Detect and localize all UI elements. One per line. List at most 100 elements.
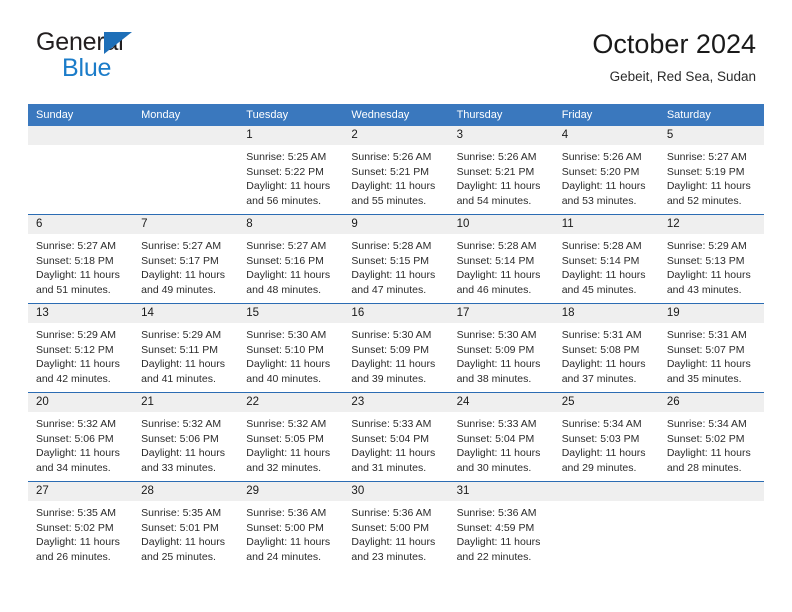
sunrise-text: Sunrise: 5:32 AM: [141, 418, 222, 430]
day-number: 16: [343, 304, 449, 323]
calendar-page: General Blue October 2024 Gebeit, Red Se…: [0, 0, 792, 612]
calendar-day-cell[interactable]: 11 Sunrise: 5:28 AM Sunset: 5:14 PM Dayligh…: [553, 214, 659, 304]
day-details: Sunrise: 5:25 AM Sunset: 5:22 PM Daylight:…: [238, 145, 343, 208]
day-details: Sunrise: 5:28 AM Sunset: 5:14 PM Daylight:…: [449, 234, 554, 297]
triangle-flag-icon: [104, 32, 132, 54]
sunset-text: Sunset: 5:07 PM: [666, 343, 745, 356]
calendar-day-cell[interactable]: 19 Sunrise: 5:31 AM Sunset: 5:07 PM Dayligh…: [658, 303, 764, 393]
sunrise-text: Sunrise: 5:31 AM: [561, 329, 642, 341]
day-details: Sunrise: 5:36 AM Sunset: 5:00 PM Daylight:…: [343, 501, 448, 564]
calendar-day-cell[interactable]: 15 Sunrise: 5:30 AM Sunset: 5:10 PM Dayligh…: [238, 303, 344, 393]
daylight-text-line1: Daylight: 11 hours: [666, 358, 751, 371]
day-number: 27: [28, 482, 134, 501]
day-details: Sunrise: 5:30 AM Sunset: 5:10 PM Daylight:…: [238, 323, 343, 386]
sunset-text: Sunset: 5:06 PM: [36, 432, 114, 445]
day-details: Sunrise: 5:28 AM Sunset: 5:15 PM Daylight:…: [343, 234, 448, 297]
calendar-day-cell[interactable]: 4 Sunrise: 5:26 AM Sunset: 5:20 PM Daylight…: [553, 126, 659, 215]
calendar-empty-cell: [658, 481, 764, 570]
daylight-text-line1: Daylight: 11 hours: [36, 536, 120, 549]
calendar-day-cell[interactable]: 6 Sunrise: 5:27 AM Sunset: 5:18 PM Daylight…: [28, 214, 134, 304]
sunrise-text: Sunrise: 5:35 AM: [36, 507, 116, 519]
calendar-day-cell[interactable]: 28 Sunrise: 5:35 AM Sunset: 5:01 PM Dayligh…: [133, 481, 239, 570]
calendar-day-cell[interactable]: 13 Sunrise: 5:29 AM Sunset: 5:12 PM Dayligh…: [28, 303, 134, 393]
sunrise-text: Sunrise: 5:36 AM: [246, 507, 327, 519]
daylight-text-line2: and 42 minutes.: [36, 372, 111, 385]
calendar-day-cell[interactable]: 31 Sunrise: 5:36 AM Sunset: 4:59 PM Dayligh…: [448, 481, 554, 570]
day-number: 12: [658, 215, 764, 234]
daylight-text-line1: Daylight: 11 hours: [351, 269, 436, 282]
day-details: Sunrise: 5:26 AM Sunset: 5:21 PM Daylight:…: [449, 145, 554, 208]
daylight-text-line2: and 31 minutes.: [351, 461, 427, 474]
day-number: [28, 126, 134, 145]
calendar-day-cell[interactable]: 20 Sunrise: 5:32 AM Sunset: 5:06 PM Dayligh…: [28, 392, 134, 482]
daylight-text-line1: Daylight: 11 hours: [456, 269, 541, 282]
daylight-text-line2: and 52 minutes.: [666, 194, 742, 207]
daylight-text-line1: Daylight: 11 hours: [456, 447, 541, 460]
sunrise-text: Sunrise: 5:29 AM: [141, 329, 222, 341]
sunrise-text: Sunrise: 5:31 AM: [666, 329, 747, 341]
sunset-text: Sunset: 5:00 PM: [351, 521, 430, 534]
sunset-text: Sunset: 5:02 PM: [36, 521, 114, 534]
calendar-day-cell[interactable]: 3 Sunrise: 5:26 AM Sunset: 5:21 PM Daylight…: [448, 126, 554, 215]
sunset-text: Sunset: 5:18 PM: [36, 254, 114, 267]
sunrise-text: Sunrise: 5:30 AM: [246, 329, 327, 341]
daylight-text-line2: and 22 minutes.: [456, 550, 532, 563]
calendar-day-cell[interactable]: 27 Sunrise: 5:35 AM Sunset: 5:02 PM Dayligh…: [28, 481, 134, 570]
calendar-day-cell[interactable]: 7 Sunrise: 5:27 AM Sunset: 5:17 PM Daylight…: [133, 214, 239, 304]
daylight-text-line1: Daylight: 11 hours: [351, 358, 436, 371]
day-number: 11: [553, 215, 659, 234]
day-number: 1: [238, 126, 344, 145]
sunrise-text: Sunrise: 5:34 AM: [666, 418, 747, 430]
page-header: General Blue October 2024 Gebeit, Red Se…: [0, 0, 792, 100]
general-blue-logo[interactable]: General Blue: [36, 30, 266, 90]
sunset-text: Sunset: 4:59 PM: [456, 521, 535, 534]
calendar-table: Sunday Monday Tuesday Wednesday Thursday…: [28, 104, 764, 570]
calendar-day-cell[interactable]: 2 Sunrise: 5:26 AM Sunset: 5:21 PM Daylight…: [343, 126, 449, 215]
calendar-day-cell[interactable]: 21 Sunrise: 5:32 AM Sunset: 5:06 PM Dayligh…: [133, 392, 239, 482]
daylight-text-line1: Daylight: 11 hours: [36, 358, 120, 371]
weekday-header-wednesday: Wednesday: [343, 104, 449, 126]
calendar-day-cell[interactable]: 30 Sunrise: 5:36 AM Sunset: 5:00 PM Dayligh…: [343, 481, 449, 570]
daylight-text-line1: Daylight: 11 hours: [561, 269, 646, 282]
daylight-text-line1: Daylight: 11 hours: [36, 269, 120, 282]
sunset-text: Sunset: 5:10 PM: [246, 343, 324, 356]
sunset-text: Sunset: 5:09 PM: [351, 343, 430, 356]
calendar-day-cell[interactable]: 24 Sunrise: 5:33 AM Sunset: 5:04 PM Dayligh…: [448, 392, 554, 482]
daylight-text-line1: Daylight: 11 hours: [141, 358, 225, 371]
daylight-text-line2: and 37 minutes.: [561, 372, 637, 385]
calendar-day-cell[interactable]: 16 Sunrise: 5:30 AM Sunset: 5:09 PM Dayligh…: [343, 303, 449, 393]
title-block: October 2024 Gebeit, Red Sea, Sudan: [592, 29, 756, 83]
calendar-week-row: 13 Sunrise: 5:29 AM Sunset: 5:12 PM Dayligh…: [28, 303, 764, 393]
daylight-text-line1: Daylight: 11 hours: [666, 447, 751, 460]
day-number: 31: [448, 482, 554, 501]
daylight-text-line1: Daylight: 11 hours: [351, 447, 436, 460]
calendar-day-cell[interactable]: 1 Sunrise: 5:25 AM Sunset: 5:22 PM Daylight…: [238, 126, 344, 215]
daylight-text-line2: and 35 minutes.: [666, 372, 742, 385]
sunset-text: Sunset: 5:05 PM: [246, 432, 324, 445]
calendar-day-cell[interactable]: 23 Sunrise: 5:33 AM Sunset: 5:04 PM Dayligh…: [343, 392, 449, 482]
day-number: 6: [28, 215, 134, 234]
calendar-empty-cell: [28, 126, 134, 215]
calendar-day-cell[interactable]: 29 Sunrise: 5:36 AM Sunset: 5:00 PM Dayligh…: [238, 481, 344, 570]
calendar-day-cell[interactable]: 25 Sunrise: 5:34 AM Sunset: 5:03 PM Dayligh…: [553, 392, 659, 482]
calendar-week-row: 20 Sunrise: 5:32 AM Sunset: 5:06 PM Dayligh…: [28, 392, 764, 482]
sunset-text: Sunset: 5:15 PM: [351, 254, 430, 267]
calendar-day-cell[interactable]: 12 Sunrise: 5:29 AM Sunset: 5:13 PM Dayligh…: [658, 214, 764, 304]
calendar-day-cell[interactable]: 10 Sunrise: 5:28 AM Sunset: 5:14 PM Dayligh…: [448, 214, 554, 304]
sunset-text: Sunset: 5:16 PM: [246, 254, 324, 267]
calendar-day-cell[interactable]: 14 Sunrise: 5:29 AM Sunset: 5:11 PM Dayligh…: [133, 303, 239, 393]
sunrise-text: Sunrise: 5:27 AM: [246, 240, 327, 252]
calendar-day-cell[interactable]: 17 Sunrise: 5:30 AM Sunset: 5:09 PM Dayligh…: [448, 303, 554, 393]
calendar-day-cell[interactable]: 26 Sunrise: 5:34 AM Sunset: 5:02 PM Dayligh…: [658, 392, 764, 482]
calendar-day-cell[interactable]: 9 Sunrise: 5:28 AM Sunset: 5:15 PM Daylight…: [343, 214, 449, 304]
day-details: Sunrise: 5:34 AM Sunset: 5:02 PM Daylight:…: [659, 412, 764, 475]
day-number: 15: [238, 304, 344, 323]
calendar-day-cell[interactable]: 8 Sunrise: 5:27 AM Sunset: 5:16 PM Daylight…: [238, 214, 344, 304]
sunset-text: Sunset: 5:14 PM: [456, 254, 535, 267]
calendar-day-cell[interactable]: 22 Sunrise: 5:32 AM Sunset: 5:05 PM Dayligh…: [238, 392, 344, 482]
sunrise-text: Sunrise: 5:36 AM: [456, 507, 537, 519]
calendar-day-cell[interactable]: 5 Sunrise: 5:27 AM Sunset: 5:19 PM Daylight…: [658, 126, 764, 215]
calendar-day-cell[interactable]: 18 Sunrise: 5:31 AM Sunset: 5:08 PM Dayligh…: [553, 303, 659, 393]
weekday-header-tuesday: Tuesday: [238, 104, 344, 126]
daylight-text-line2: and 26 minutes.: [36, 550, 111, 563]
